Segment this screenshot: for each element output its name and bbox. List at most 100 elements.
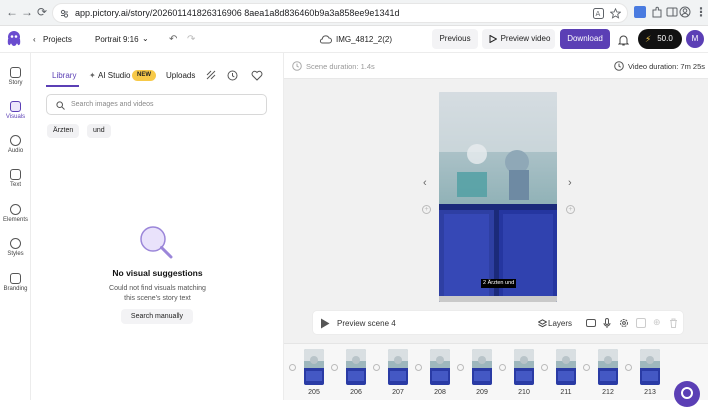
site-info-icon[interactable] [60,9,69,18]
scene-number: 212 [602,389,614,396]
audio-icon [10,135,21,146]
trash-icon[interactable] [669,318,678,328]
layers-button[interactable]: Layers [548,319,572,328]
project-name[interactable]: IMG_4812_2(2) [336,35,392,44]
rail-label: Audio [7,148,24,154]
thumbnail-image [514,349,534,385]
projects-link[interactable]: Projects [43,35,72,44]
chat-ring-icon [681,387,693,399]
keyword-chip[interactable]: Ärzten [47,124,80,138]
download-button[interactable]: Download [560,29,610,49]
scene-thumbnail[interactable] [640,349,660,385]
scene-number: 213 [644,389,656,396]
scene-thumbnail[interactable] [346,349,366,385]
tab-library[interactable]: Library [52,71,76,80]
duplicate-scene-icon[interactable] [636,318,646,328]
empty-state-title: No visual suggestions [112,268,203,278]
bell-icon[interactable] [618,34,629,46]
thumbnail-image [304,349,324,385]
avatar[interactable]: M [686,30,704,48]
scene-thumbnail[interactable] [514,349,534,385]
search-input[interactable]: Search images and videos [46,94,267,115]
history-icon[interactable] [227,70,238,81]
back-icon[interactable]: ← [5,5,19,19]
credits-badge[interactable]: ⚡ 50.0 [638,29,682,49]
scene-caption[interactable]: 2 Ärzten und [481,279,517,288]
rail-item-visuals[interactable]: Visuals [0,101,31,131]
scene-controls-bar: Preview scene 4 Layers ⊕ [312,310,684,335]
extension-translate-icon[interactable] [634,6,646,18]
add-scene-icon[interactable]: ⊕ [653,317,661,328]
story-icon [10,67,21,78]
settings-gear-icon[interactable] [619,318,629,328]
scene-thumbnail[interactable] [472,349,492,385]
pattern-icon[interactable] [206,70,216,80]
play-icon[interactable] [320,318,330,329]
clock-icon [614,61,624,71]
sidepanel-icon[interactable] [666,6,678,18]
scene-thumbnail[interactable] [598,349,618,385]
scene-thumbnail[interactable] [430,349,450,385]
add-scene-between-icon[interactable] [331,364,338,371]
next-scene-chevron-icon[interactable]: › [568,177,572,189]
chevron-left-icon[interactable]: ‹ [33,35,36,44]
tab-ai-studio[interactable]: AI Studio [98,71,130,80]
undo-icon[interactable]: ↶ [169,34,177,45]
browser-menu-icon[interactable]: ⋮ [694,5,708,19]
rail-item-text[interactable]: Text [0,169,31,199]
add-scene-after-icon[interactable]: + [566,205,575,214]
canvas-area: Scene duration: 1.4s Video duration: 7m … [284,53,708,343]
search-manually-button[interactable]: Search manually [121,309,193,324]
scene-timeline: 205 206 207 208 209 210 211 212 213 [284,343,708,400]
format-dropdown[interactable]: Portrait 9:16 [95,35,139,44]
visuals-panel: Library ✦ AI Studio NEW Uploads Search i… [31,53,284,400]
profile-icon[interactable] [679,6,691,18]
previous-button[interactable]: Previous [432,29,478,49]
preview-video-button[interactable]: Preview video [482,29,555,49]
add-scene-between-icon[interactable] [373,364,380,371]
extensions-puzzle-icon[interactable] [651,6,663,18]
preview-scene-label[interactable]: Preview scene 4 [337,319,396,328]
tab-uploads[interactable]: Uploads [166,71,195,80]
scene-thumbnail[interactable] [556,349,576,385]
add-scene-before-icon[interactable]: + [422,205,431,214]
captions-icon[interactable] [586,319,596,327]
scene-preview[interactable] [439,92,557,302]
reload-icon[interactable]: ⟳ [35,5,49,19]
svg-text:A: A [596,10,601,18]
chevron-down-icon[interactable]: ⌄ [142,34,149,43]
scene-thumbnail[interactable] [304,349,324,385]
add-scene-between-icon[interactable] [583,364,590,371]
scene-number: 211 [560,389,572,396]
prev-scene-chevron-icon[interactable]: ‹ [423,177,427,189]
layers-icon[interactable] [538,319,547,328]
thumbnail-image [556,349,576,385]
microphone-icon[interactable] [603,318,611,328]
rail-item-story[interactable]: Story [0,67,31,97]
rail-label: Elements [2,217,28,223]
rail-item-elements[interactable]: Elements [0,204,31,234]
play-icon [489,35,497,43]
rail-item-branding[interactable]: Branding [0,273,31,303]
scene-thumbnail[interactable] [388,349,408,385]
add-scene-between-icon[interactable] [625,364,632,371]
keyword-chip[interactable]: und [87,124,111,138]
rail-label: Branding [3,286,28,292]
translate-icon[interactable]: A [593,8,604,19]
heart-icon[interactable] [251,70,263,81]
add-scene-icon[interactable] [289,364,296,371]
add-scene-between-icon[interactable] [499,364,506,371]
rail-item-audio[interactable]: Audio [0,135,31,165]
add-scene-between-icon[interactable] [457,364,464,371]
add-scene-between-icon[interactable] [541,364,548,371]
thumbnail-image [430,349,450,385]
pictory-logo-icon[interactable] [4,29,24,49]
add-scene-between-icon[interactable] [415,364,422,371]
chat-help-icon[interactable] [674,381,700,407]
rail-item-styles[interactable]: Styles [0,238,31,268]
redo-icon[interactable]: ↷ [187,34,195,45]
search-icon [56,101,65,110]
bookmark-star-icon[interactable] [610,8,621,19]
forward-icon[interactable]: → [20,5,34,19]
address-bar[interactable]: app.pictory.ai/story/202601141826316906 … [52,3,628,23]
